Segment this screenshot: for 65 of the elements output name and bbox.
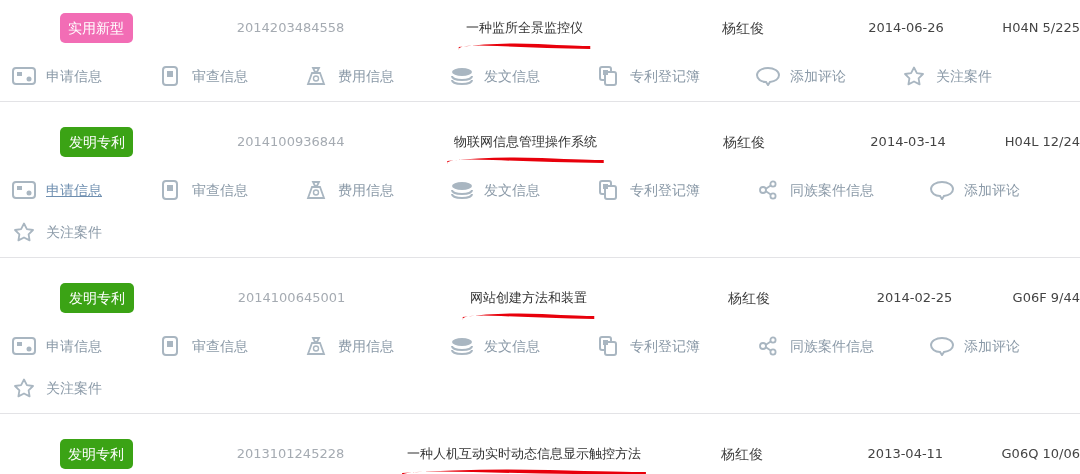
- inventor-name: 杨红俊: [723, 132, 767, 152]
- application-number: 2013101245228: [236, 445, 346, 464]
- action-link[interactable]: 专利登记簿: [596, 55, 756, 97]
- action-link[interactable]: 申请信息: [12, 55, 158, 97]
- action-link[interactable]: 审查信息: [158, 325, 304, 367]
- action-link[interactable]: 发文信息: [450, 55, 596, 97]
- action-link[interactable]: 添加评论: [930, 325, 1076, 367]
- application-number: 2014100936844: [237, 133, 346, 152]
- inventor-name: 杨红俊: [721, 18, 765, 38]
- copy-icon: [596, 180, 620, 200]
- speech-bubble-icon: [756, 66, 780, 86]
- action-link[interactable]: 同族案件信息: [756, 169, 930, 211]
- action-link[interactable]: 添加评论: [756, 55, 902, 97]
- coin-stack-icon: [450, 66, 474, 86]
- patent-title[interactable]: 一种人机互动实时动态信息显示触控方法: [406, 446, 641, 462]
- patent-type-tag: 发明专利: [60, 283, 134, 313]
- star-icon: [902, 66, 926, 86]
- card-icon: [12, 180, 36, 200]
- application-number: 2014100645001: [237, 289, 347, 308]
- speech-bubble-icon: [930, 336, 954, 356]
- patent-type-tag: 发明专利: [60, 127, 133, 157]
- action-link[interactable]: 关注案件: [12, 367, 158, 409]
- star-icon: [12, 222, 36, 242]
- patent-title[interactable]: 物联网信息管理操作系统: [453, 134, 597, 150]
- filing-date: 2014-06-26: [868, 19, 945, 38]
- money-bag-icon: [304, 66, 328, 86]
- action-link[interactable]: 关注案件: [12, 211, 158, 253]
- action-link[interactable]: 费用信息: [304, 169, 450, 211]
- action-link[interactable]: 申请信息: [12, 169, 158, 211]
- action-link[interactable]: 关注案件: [902, 55, 1048, 97]
- action-link[interactable]: 审查信息: [158, 55, 304, 97]
- copy-icon: [596, 336, 620, 356]
- card-icon: [12, 336, 36, 356]
- money-bag-icon: [304, 180, 328, 200]
- action-link[interactable]: 费用信息: [304, 55, 450, 97]
- classification-code: G06F 9/44: [1012, 289, 1080, 308]
- patent-title[interactable]: 一种监所全景监控仪: [465, 20, 583, 36]
- filing-date: 2014-03-14: [870, 133, 947, 152]
- action-link[interactable]: 专利登记簿: [596, 325, 756, 367]
- action-link[interactable]: 添加评论: [930, 169, 1076, 211]
- coin-stack-icon: [450, 336, 474, 356]
- action-link[interactable]: 发文信息: [450, 169, 596, 211]
- filing-date: 2014-02-25: [876, 289, 954, 308]
- card-icon: [12, 66, 36, 86]
- action-link[interactable]: 审查信息: [158, 169, 304, 211]
- classification-code: G06Q 10/06: [1001, 445, 1080, 464]
- inventor-name: 杨红俊: [728, 288, 772, 308]
- application-number: 2014203484558: [236, 19, 346, 38]
- action-link[interactable]: 申请信息: [12, 325, 158, 367]
- star-icon: [12, 378, 36, 398]
- action-link[interactable]: 同族案件信息: [756, 325, 930, 367]
- speech-bubble-icon: [930, 180, 954, 200]
- classification-code: H04L 12/24: [1004, 133, 1080, 152]
- action-link[interactable]: 专利登记簿: [596, 169, 756, 211]
- inventor-name: 杨红俊: [721, 444, 765, 464]
- classification-code: H04N 5/225: [1002, 19, 1080, 38]
- coin-stack-icon: [450, 180, 474, 200]
- money-bag-icon: [304, 336, 328, 356]
- patent-type-tag: 实用新型: [60, 13, 133, 43]
- action-link[interactable]: 发文信息: [450, 325, 596, 367]
- copy-icon: [596, 66, 620, 86]
- filing-date: 2013-04-11: [867, 445, 945, 464]
- action-link[interactable]: 费用信息: [304, 325, 450, 367]
- patent-title[interactable]: 网站创建方法和装置: [470, 290, 588, 306]
- patent-type-tag: 发明专利: [60, 439, 133, 469]
